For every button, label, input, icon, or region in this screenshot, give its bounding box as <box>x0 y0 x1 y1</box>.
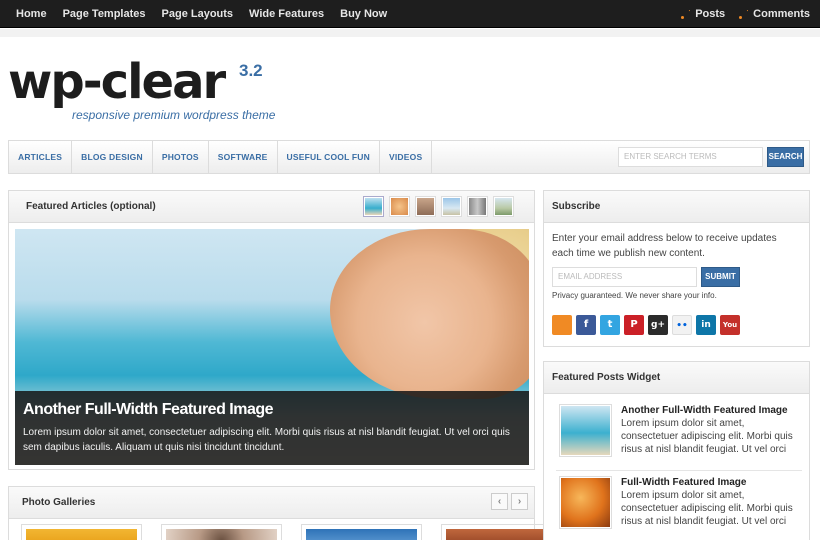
category-nav: ARTICLES BLOG DESIGN PHOTOS SOFTWARE USE… <box>8 140 810 174</box>
topnav-page-layouts[interactable]: Page Layouts <box>154 0 242 28</box>
email-field[interactable]: EMAIL ADDRESS <box>552 267 697 287</box>
catnav-videos[interactable]: VIDEOS <box>380 141 431 173</box>
social-icons: f t P g+ •• in You <box>552 315 744 335</box>
slide-thumb-1[interactable] <box>363 196 384 217</box>
posts-feed-link[interactable]: Posts <box>681 0 725 28</box>
slide-thumb-5[interactable] <box>467 196 488 217</box>
gallery-item-3[interactable] <box>301 524 422 540</box>
featured-posts-list: Another Full-Width Featured Image Lorem … <box>556 400 802 540</box>
topnav-wide-features[interactable]: Wide Features <box>241 0 332 28</box>
pinterest-icon[interactable]: P <box>624 315 644 335</box>
rss-icon <box>681 9 691 19</box>
featured-articles-heading: Featured Articles (optional) <box>26 201 156 212</box>
feed-links: Posts Comments <box>667 0 810 28</box>
site-tagline: responsive premium wordpress theme <box>72 108 276 122</box>
topnav-buy-now[interactable]: Buy Now <box>332 0 395 28</box>
list-item[interactable]: Full-Width Featured Image Lorem ipsum do… <box>556 472 802 540</box>
gallery-arrows: ‹ › <box>488 493 528 510</box>
gallery-items <box>21 524 581 540</box>
photo-galleries-header: Photo Galleries ‹ › <box>9 487 534 519</box>
featured-articles-panel: Featured Articles (optional) Another Ful… <box>8 190 535 470</box>
post-title[interactable]: Full-Width Featured Image <box>621 476 746 489</box>
youtube-icon[interactable]: You <box>720 315 740 335</box>
gallery-item-1[interactable] <box>21 524 142 540</box>
featured-posts-widget: Featured Posts Widget Another Full-Width… <box>543 361 810 540</box>
post-excerpt: Lorem ipsum dolor sit amet, consectetuer… <box>621 490 793 527</box>
slide-text: Lorem ipsum dolor sit amet, consectetuer… <box>23 427 510 453</box>
post-title[interactable]: Another Full-Width Featured Image <box>621 404 788 417</box>
slide-title[interactable]: Another Full-Width Featured Image <box>23 400 521 420</box>
catnav-blog-design[interactable]: BLOG DESIGN <box>72 141 152 173</box>
post-thumbnail[interactable] <box>559 476 612 529</box>
featured-posts-heading: Featured Posts Widget <box>544 362 809 394</box>
search-button[interactable]: SEARCH <box>767 147 804 167</box>
list-item[interactable]: Another Full-Width Featured Image Lorem … <box>556 400 802 471</box>
gallery-next-button[interactable]: › <box>511 493 528 510</box>
subscribe-heading: Subscribe <box>544 191 809 223</box>
photo-galleries-panel: Photo Galleries ‹ › <box>8 486 562 540</box>
catnav-articles[interactable]: ARTICLES <box>9 141 71 173</box>
slide-thumbnails <box>358 196 514 217</box>
facebook-icon[interactable]: f <box>576 315 596 335</box>
catnav-software[interactable]: SOFTWARE <box>209 141 277 173</box>
slide-thumb-2[interactable] <box>389 196 410 217</box>
gallery-prev-button[interactable]: ‹ <box>491 493 508 510</box>
subscribe-panel: Subscribe Enter your email address below… <box>543 190 810 347</box>
logo-version: 3.2 <box>239 61 263 80</box>
catnav-photos[interactable]: PHOTOS <box>153 141 208 173</box>
gallery-item-2[interactable] <box>161 524 282 540</box>
comments-feed-link[interactable]: Comments <box>739 0 810 28</box>
rss-icon[interactable] <box>552 315 572 335</box>
topnav-page-templates[interactable]: Page Templates <box>55 0 154 28</box>
posts-feed-label: Posts <box>695 8 726 20</box>
slide-photo-face <box>330 229 529 399</box>
twitter-icon[interactable]: t <box>600 315 620 335</box>
googleplus-icon[interactable]: g+ <box>648 315 668 335</box>
slide-thumb-4[interactable] <box>441 196 462 217</box>
subscribe-text: Enter your email address below to receiv… <box>552 233 777 259</box>
search-input[interactable]: ENTER SEARCH TERMS <box>618 147 763 167</box>
privacy-note: Privacy guaranteed. We never share your … <box>552 291 717 300</box>
site-logo[interactable]: wp-clear <box>8 54 226 110</box>
post-excerpt: Lorem ipsum dolor sit amet, consectetuer… <box>621 418 793 455</box>
header-strip <box>0 29 820 37</box>
post-thumbnail[interactable] <box>559 404 612 457</box>
featured-slide-image[interactable]: Another Full-Width Featured Image Lorem … <box>15 229 529 465</box>
flickr-icon[interactable]: •• <box>672 315 692 335</box>
linkedin-icon[interactable]: in <box>696 315 716 335</box>
featured-articles-title: Featured Articles (optional) <box>9 191 534 223</box>
topnav-home[interactable]: Home <box>8 0 55 28</box>
top-nav: Home Page Templates Page Layouts Wide Fe… <box>8 0 395 28</box>
slide-caption: Another Full-Width Featured Image Lorem … <box>15 391 529 465</box>
comments-feed-label: Comments <box>753 8 810 20</box>
top-bar: Home Page Templates Page Layouts Wide Fe… <box>0 0 820 28</box>
rss-icon <box>739 9 749 19</box>
catnav-useful-cool-fun[interactable]: USEFUL COOL FUN <box>278 141 379 173</box>
slide-thumb-6[interactable] <box>493 196 514 217</box>
slide-thumb-3[interactable] <box>415 196 436 217</box>
photo-galleries-heading: Photo Galleries <box>22 497 96 508</box>
submit-button[interactable]: SUBMIT <box>701 267 740 287</box>
